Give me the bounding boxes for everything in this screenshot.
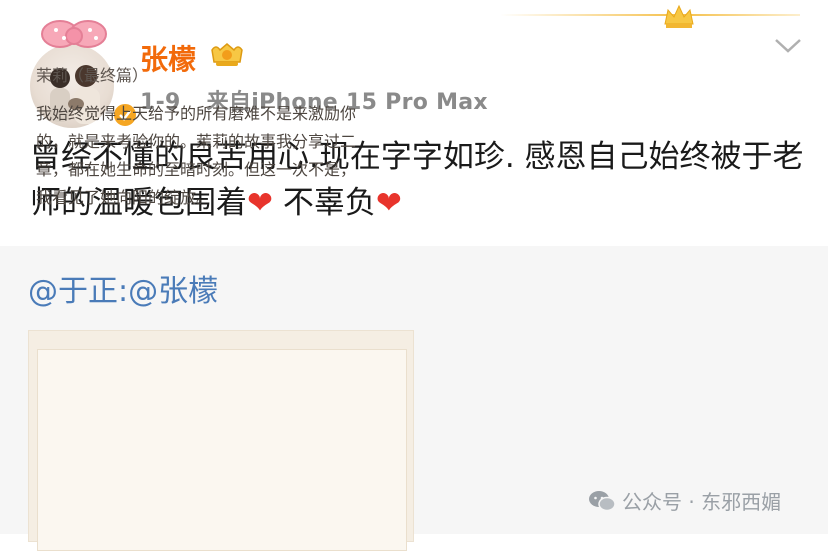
card-body: 我始终觉得上天给予的所有磨难不是来激励你的，就是来考验你的。茉莉的故事我分享过二… xyxy=(36,104,357,207)
header-gold-line xyxy=(500,14,800,16)
chevron-down-icon[interactable] xyxy=(772,36,804,56)
vip-icon[interactable] xyxy=(208,40,246,70)
bow-icon xyxy=(41,20,107,48)
heart-icon-2: ❤ xyxy=(375,185,402,221)
repost-image-card[interactable] xyxy=(28,330,414,551)
crown-icon xyxy=(664,4,694,28)
repost-mention[interactable]: @于正:@张檬 xyxy=(28,266,218,310)
card-paper xyxy=(37,349,407,551)
watermark: 公众号 · 东邪西媚 xyxy=(588,486,781,515)
username[interactable]: 张檬 xyxy=(140,38,196,78)
wechat-icon xyxy=(589,490,616,511)
card-title: 茉莉（最终篇） xyxy=(36,66,149,85)
watermark-text: 公众号 · 东邪西媚 xyxy=(622,490,782,514)
